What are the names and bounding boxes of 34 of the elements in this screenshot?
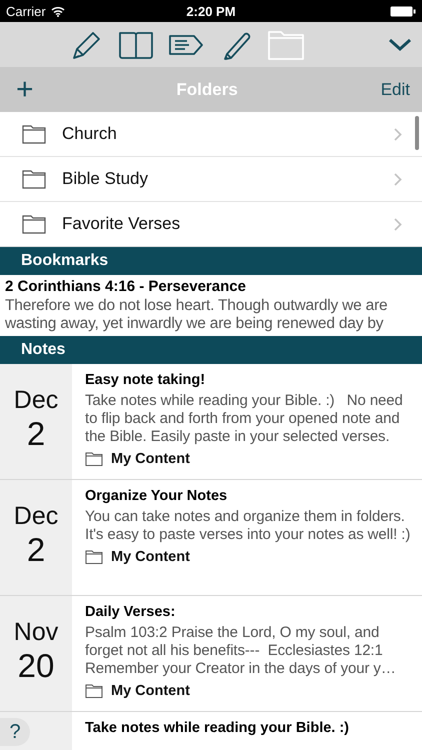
note-title: Easy note taking! (85, 372, 206, 388)
folder-row[interactable]: Bible Study (0, 157, 422, 202)
note-title: Organize Your Notes (85, 488, 228, 504)
edit-button[interactable]: Edit (380, 80, 410, 100)
help-button[interactable]: ? (0, 718, 30, 746)
note-folder: My Content (111, 683, 190, 699)
note-title: Daily Verses: (85, 604, 176, 620)
add-button[interactable]: + (16, 74, 34, 104)
note-day: 2 (26, 414, 46, 454)
bookmark-item[interactable]: 2 Corinthians 4:16 - Perseverance Therefore we do not lose heart. Though outwardly we are wasting away, yet inwardly we are being renewed day by (0, 275, 422, 336)
bookmark-title: 2 Corinthians 4:16 - Perseverance (5, 278, 247, 295)
note-item[interactable]: Nov 20 Daily Verses: Psalm 103:2 Praise the Lord, O my soul, and forget not all his benefits--- Ecclesiastes 12:1 Remember your Creator in the days of your y… My Content (0, 596, 422, 712)
folder-name: Bible Study (62, 169, 148, 189)
section-title: Notes (21, 341, 66, 359)
carrier-label: Carrier (6, 4, 46, 18)
note-month: Dec (14, 502, 58, 530)
note-item[interactable]: Dec 2 Organize Your Notes You can take notes and organize them in folders. It's easy to paste verses into your notes as well! :) My Content (0, 480, 422, 596)
folder-name: Church (62, 124, 117, 144)
note-day: 2 (26, 530, 46, 570)
bookmark-text: Therefore we do not lose heart. Though outwardly we are wasting away, yet inwardly we are being renewed day by (5, 297, 388, 333)
section-title: Bookmarks (21, 252, 108, 270)
note-item[interactable]: ? Take notes while reading your Bible. :) (0, 712, 422, 750)
note-title: Take notes while reading your Bible. :) (85, 720, 350, 736)
clock-time: 2:20 PM (185, 4, 237, 18)
note-text: You can take notes and organize them in folders. It's easy to paste verses into your notes as well! :) (85, 508, 412, 544)
note-folder: My Content (111, 451, 190, 467)
note-text: Take notes while reading your Bible. :) No need to flip back and forth from your opened note and the Bible. Easily paste in your selected verses. (85, 392, 404, 446)
note-item[interactable]: Dec 2 Easy note taking! Take notes while reading your Bible. :) No need to flip back and forth from your opened note and the Bible. Easily paste in your selected verses. My Content (0, 364, 422, 480)
note-folder: My Content (111, 549, 190, 565)
note-day: 20 (18, 646, 54, 686)
note-month: Nov (14, 618, 58, 646)
note-month: Dec (14, 386, 58, 414)
note-text: Psalm 103:2 Praise the Lord, O my soul, and forget not all his benefits--- Ecclesiastes 12:1 Remember your Creator in the days of your y… (85, 624, 397, 678)
folder-name: Favorite Verses (62, 214, 180, 234)
